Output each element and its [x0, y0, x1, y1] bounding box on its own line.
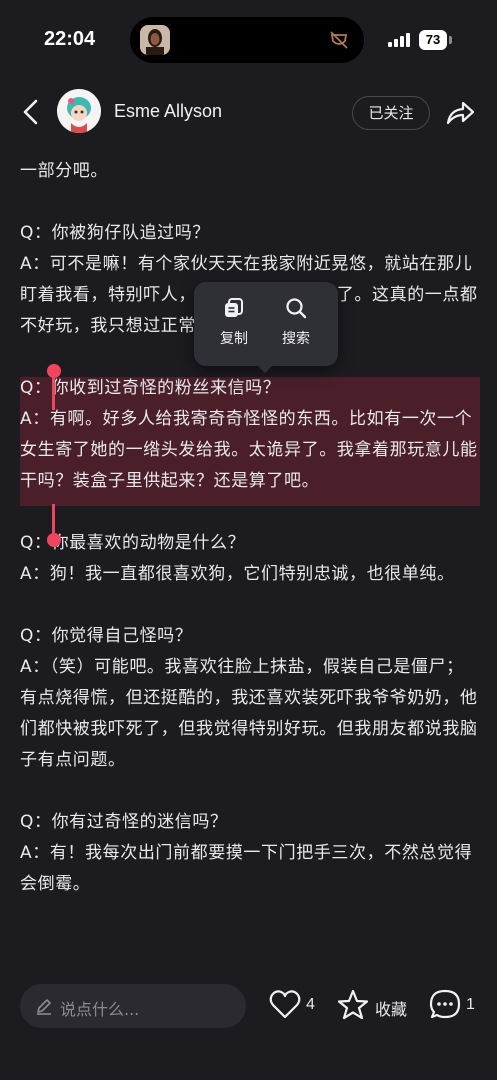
share-arrow-icon [446, 101, 475, 125]
bottom-action-bar: 说点什么... 4 收藏 1 [0, 966, 497, 1080]
status-time: 22:04 [44, 28, 96, 50]
selection-popup-menu: 复制 搜索 [194, 282, 338, 366]
follow-button[interactable]: 已关注 [352, 96, 430, 130]
search-icon [286, 298, 307, 319]
signal-strength-icon [388, 33, 410, 47]
answer-paragraph: A：有！我每次出门前都要摸一下门把手三次，不然总觉得会倒霉。 [20, 843, 473, 894]
article-body[interactable]: 一部分吧。 Q：你被狗仔队追过吗？ A：可不是嘛！有个家伙天天在我家附近晃悠，就… [20, 146, 480, 958]
copy-menu-item[interactable]: 复制 [204, 296, 264, 348]
star-icon [337, 989, 369, 1020]
answer-paragraph: A：狗！我一直都很喜欢狗，它们特别忠诚，也很单纯。 [20, 564, 455, 584]
comment-input[interactable]: 说点什么... [20, 984, 246, 1028]
answer-paragraph: A：（笑）可能吧。我喜欢往脸上抹盐，假装自己是僵尸；有点烧得慌，但还挺酷的，我还… [20, 657, 478, 770]
heart-icon [269, 990, 301, 1019]
now-playing-artwork [140, 25, 170, 55]
comment-count: 1 [466, 996, 475, 1013]
question-paragraph: Q：你最喜欢的动物是什么？ [20, 533, 246, 553]
question-paragraph: Q：你被狗仔队追过吗？ [20, 223, 210, 243]
favorite-button[interactable]: 收藏 [336, 988, 412, 1024]
answer-paragraph: A：有啊。好多人给我寄奇奇怪怪的东西。比如有一次一个女生寄了她的一绺头发给我。太… [20, 409, 478, 491]
comment-bubble-icon [429, 989, 461, 1019]
popup-pointer [256, 364, 274, 373]
comment-placeholder: 说点什么... [60, 1000, 140, 1019]
favorite-label: 收藏 [375, 1000, 408, 1019]
question-paragraph: Q：你收到过奇怪的粉丝来信吗？ [20, 378, 281, 398]
chevron-left-icon [23, 99, 38, 125]
selection-end-handle[interactable] [47, 533, 61, 547]
article-paragraph: 一部分吧。 [20, 161, 108, 181]
search-label: 搜索 [282, 331, 310, 347]
back-button[interactable] [16, 96, 48, 128]
selection-start-bar [52, 376, 55, 410]
author-name[interactable]: Esme Allyson [114, 101, 222, 122]
dynamic-island[interactable] [130, 17, 364, 63]
copy-icon [225, 298, 243, 317]
audio-muted-icon [328, 29, 350, 51]
search-menu-item[interactable]: 搜索 [266, 296, 326, 348]
question-paragraph: Q：你觉得自己怪吗？ [20, 626, 193, 646]
share-button[interactable] [444, 97, 476, 129]
battery-tip [449, 36, 452, 44]
comment-button[interactable]: 1 [428, 988, 478, 1024]
pencil-icon [37, 999, 51, 1015]
article-header: Esme Allyson 已关注 [0, 80, 497, 146]
copy-label: 复制 [220, 331, 248, 347]
battery-level: 73 [419, 30, 447, 50]
like-button[interactable]: 4 [268, 988, 320, 1024]
like-count: 4 [306, 996, 315, 1013]
status-bar: 22:04 73 [0, 0, 497, 80]
question-paragraph: Q：你有过奇怪的迷信吗？ [20, 812, 228, 832]
author-avatar[interactable] [57, 89, 101, 133]
